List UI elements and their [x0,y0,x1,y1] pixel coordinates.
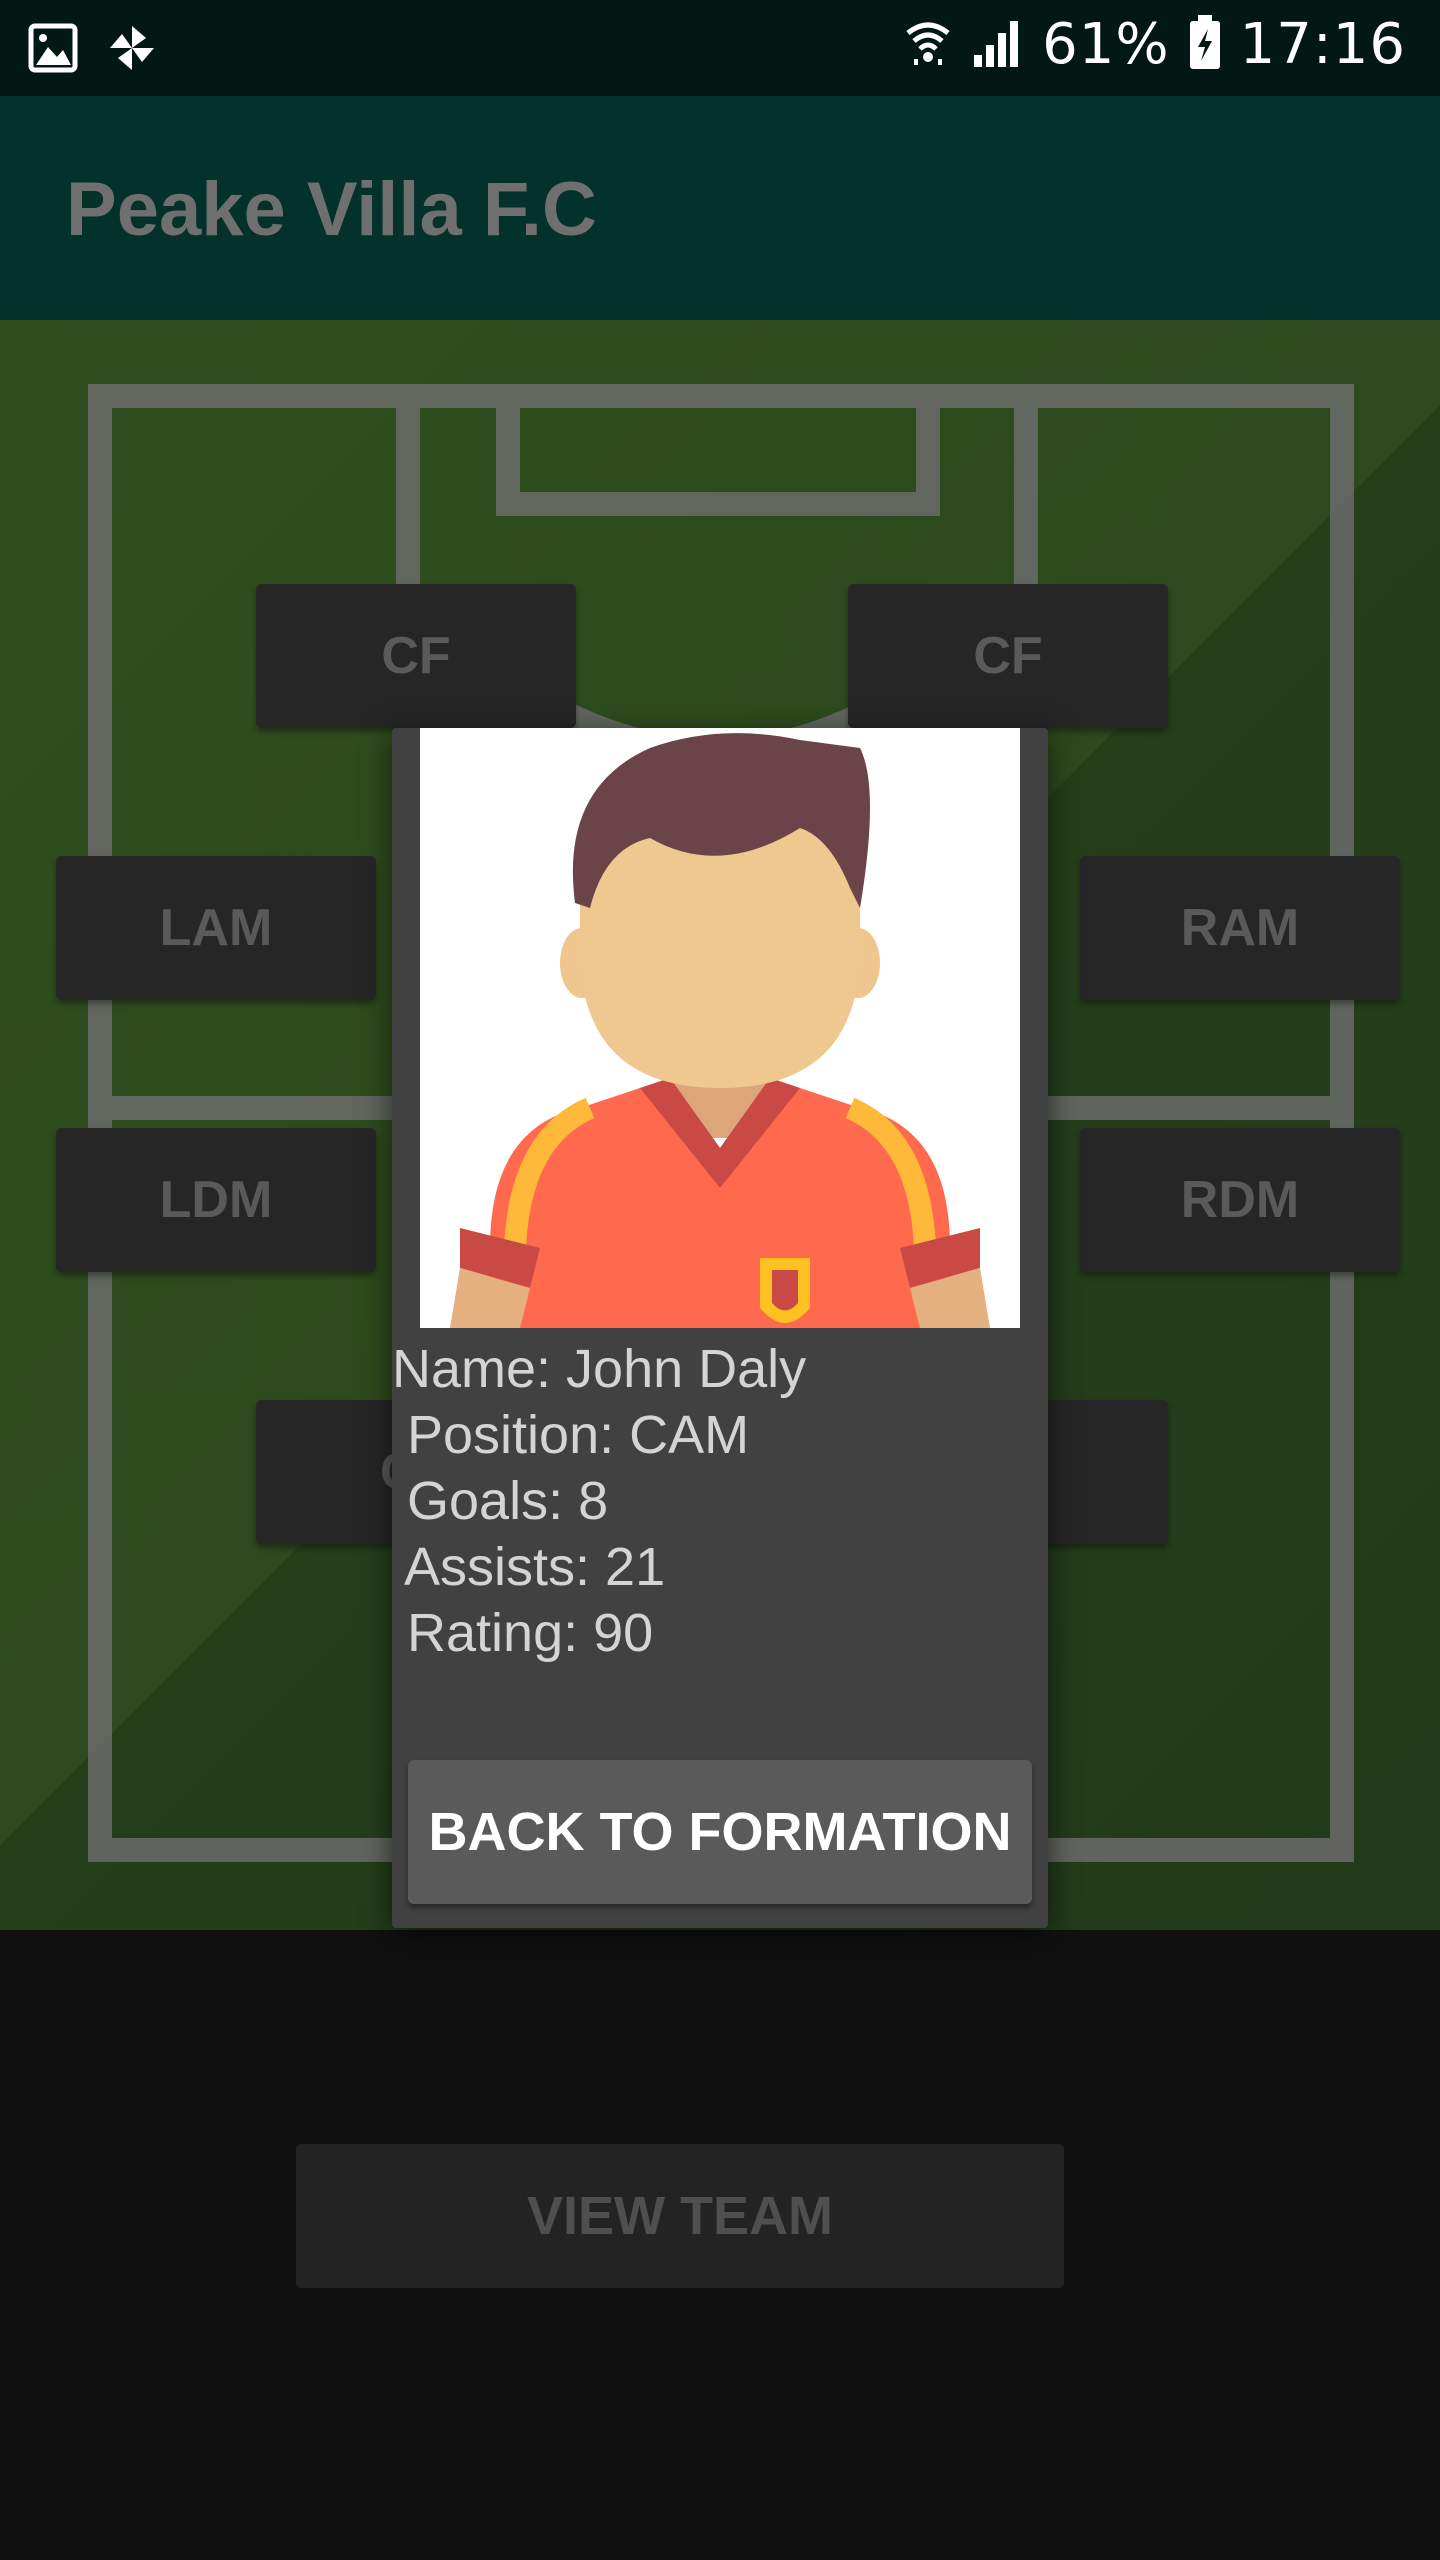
app-bar: Peake Villa F.C [0,96,1440,320]
player-assists: Assists: 21 [392,1537,666,1597]
battery-icon [1188,14,1222,75]
footballer-icon [450,733,990,1328]
position-button-ldm[interactable]: LDM [56,1128,376,1272]
player-goals: Goals: 8 [392,1471,609,1531]
position-button-ram[interactable]: RAM [1080,856,1400,1000]
pinwheel-icon [106,22,158,79]
signal-icon [970,17,1024,73]
player-avatar-image [420,728,1020,1328]
player-position: Position: CAM [392,1405,750,1465]
player-name: Name: John Daly [392,1339,807,1399]
battery-percent: 61% [1042,12,1170,77]
status-bar: 61% 17:16 [0,0,1440,96]
wifi-icon [904,17,952,73]
position-button-rdm[interactable]: RDM [1080,1128,1400,1272]
player-info: Name: John Daly Position: CAM Goals: 8 A… [392,1336,806,1666]
position-button-cf-left[interactable]: CF [256,584,576,728]
position-button-lam[interactable]: LAM [56,856,376,1000]
player-dialog: Name: John Daly Position: CAM Goals: 8 A… [392,728,1048,1928]
position-button-cf-right[interactable]: CF [848,584,1168,728]
image-icon [28,23,78,78]
view-team-button[interactable]: VIEW TEAM [296,2144,1064,2288]
player-rating: Rating: 90 [392,1603,654,1663]
app-title: Peake Villa F.C [66,167,597,252]
back-to-formation-button[interactable]: BACK TO FORMATION [408,1760,1032,1904]
clock: 17:16 [1239,12,1406,77]
